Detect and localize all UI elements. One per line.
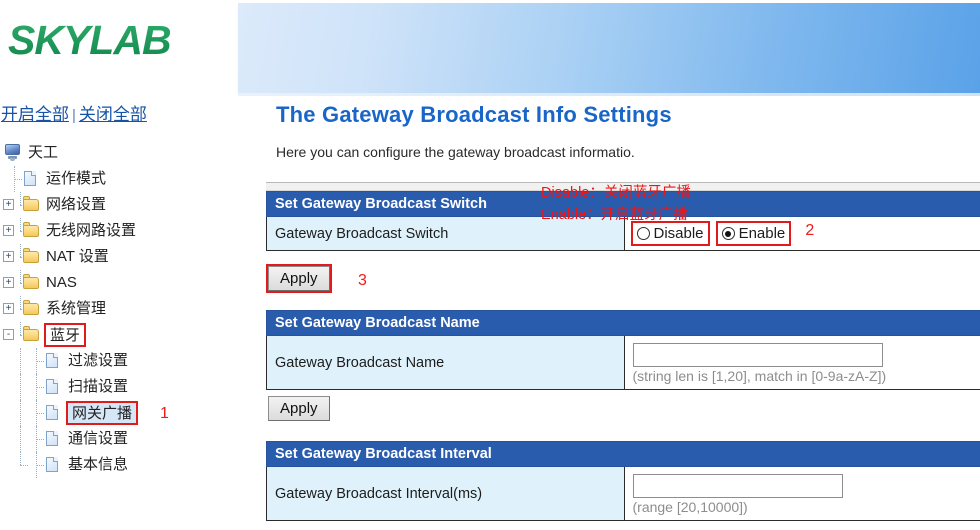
tree-guide xyxy=(14,426,28,452)
tree-node-root[interactable]: 天工 xyxy=(0,140,238,166)
skylab-logo: SKYLAB xyxy=(8,17,172,63)
folder-icon xyxy=(22,196,40,214)
apply-button-switch[interactable]: Apply xyxy=(268,266,330,291)
page-description: Here you can configure the gateway broad… xyxy=(276,144,635,160)
radio-disable-label: Disable xyxy=(653,225,704,242)
apply-button-name[interactable]: Apply xyxy=(268,396,330,421)
expander-plus-icon[interactable]: + xyxy=(3,225,14,236)
expander-plus-icon[interactable]: + xyxy=(3,303,14,314)
tree-node-basic-info[interactable]: 基本信息 xyxy=(0,452,238,478)
sidebar: SKYLAB 开启全部 | 关闭全部 天工 运作模式 + 网络设置 + 无线网路… xyxy=(0,0,238,530)
tree-guide xyxy=(14,400,28,426)
tree-guide xyxy=(14,452,28,478)
radio-enable-label: Enable xyxy=(738,225,786,242)
apply-button-switch-wrap: Apply xyxy=(266,264,332,293)
folder-icon xyxy=(22,222,40,240)
tree-item-label: 网络设置 xyxy=(46,196,107,213)
tree-item-label: 过滤设置 xyxy=(68,352,129,369)
tree-item-label: 系统管理 xyxy=(46,300,107,317)
name-hint-text: (string len is [1,20], match in [0-9a-zA… xyxy=(632,368,887,384)
name-row-label: Gateway Broadcast Name xyxy=(266,335,625,390)
page-icon xyxy=(44,456,62,474)
expander-minus-icon[interactable]: - xyxy=(3,329,14,340)
radio-disable[interactable]: Disable xyxy=(630,221,710,246)
tree-item-label: 基本信息 xyxy=(68,456,129,473)
page-title: The Gateway Broadcast Info Settings xyxy=(276,102,672,127)
tree-item-label: NAS xyxy=(46,274,77,291)
folder-icon xyxy=(22,300,40,318)
tree-guide xyxy=(14,374,28,400)
header-banner xyxy=(238,3,980,96)
monitor-icon xyxy=(4,144,22,162)
annotation-number-2: 2 xyxy=(805,222,815,240)
tree-item-label: 通信设置 xyxy=(68,430,129,447)
section-header-interval: Set Gateway Broadcast Interval xyxy=(266,441,980,467)
tree-node-nas[interactable]: + NAS xyxy=(0,270,238,296)
tree-root-label: 天工 xyxy=(28,144,59,161)
tree-guide xyxy=(30,374,44,400)
tree-node-wireless-settings[interactable]: + 无线网路设置 xyxy=(0,218,238,244)
folder-icon xyxy=(22,248,40,266)
table-row: Gateway Broadcast Interval(ms) (range [2… xyxy=(266,466,980,521)
tree-item-label: 运作模式 xyxy=(46,170,107,187)
tree-node-scan-settings[interactable]: 扫描设置 xyxy=(0,374,238,400)
expander-plus-icon[interactable]: + xyxy=(3,199,14,210)
gateway-broadcast-name-table: Set Gateway Broadcast Name Gateway Broad… xyxy=(266,310,980,390)
section-header-name: Set Gateway Broadcast Name xyxy=(266,310,980,336)
table-header-row: Set Gateway Broadcast Name xyxy=(266,310,980,336)
tree-guide xyxy=(8,166,22,192)
folder-icon xyxy=(22,326,40,344)
interval-hint-text: (range [20,10000]) xyxy=(632,499,748,515)
expander-plus-icon[interactable]: + xyxy=(3,277,14,288)
main-content: The Gateway Broadcast Info Settings Here… xyxy=(262,96,980,530)
page-icon xyxy=(44,378,62,396)
expand-all-link[interactable]: 开启全部 xyxy=(1,105,69,124)
tree-node-system-management[interactable]: + 系统管理 xyxy=(0,296,238,322)
radio-circle-icon xyxy=(636,227,650,240)
tree-guide xyxy=(30,452,44,478)
router-admin-page: SKYLAB 开启全部 | 关闭全部 天工 运作模式 + 网络设置 + 无线网路… xyxy=(0,0,980,530)
tree-node-nat-settings[interactable]: + NAT 设置 xyxy=(0,244,238,270)
radio-enable[interactable]: Enable xyxy=(715,221,792,246)
page-icon xyxy=(44,430,62,448)
folder-icon xyxy=(22,274,40,292)
tree-item-label-selected: 网关广播 xyxy=(66,401,139,425)
tree-node-gateway-broadcast[interactable]: 网关广播 1 xyxy=(0,400,238,426)
tree-guide xyxy=(30,426,44,452)
annotation-note-enable: Enable：开启蓝牙广播 xyxy=(541,207,688,223)
gateway-broadcast-interval-input[interactable] xyxy=(632,474,843,498)
link-separator: | xyxy=(72,107,76,124)
tree-item-label: 扫描设置 xyxy=(68,378,129,395)
interval-row-value: (range [20,10000]) xyxy=(623,466,980,521)
annotation-number-1: 1 xyxy=(160,405,169,422)
expander-plus-icon[interactable]: + xyxy=(3,251,14,262)
collapse-all-link[interactable]: 关闭全部 xyxy=(79,105,147,124)
radio-circle-selected-icon xyxy=(721,227,735,240)
page-icon xyxy=(44,352,62,370)
tree-guide xyxy=(14,348,28,374)
tree-node-filter-settings[interactable]: 过滤设置 xyxy=(0,348,238,374)
tree-node-operation-mode[interactable]: 运作模式 xyxy=(0,166,238,192)
table-row: Gateway Broadcast Name (string len is [1… xyxy=(266,335,980,390)
tree-node-network-settings[interactable]: + 网络设置 xyxy=(0,192,238,218)
gateway-broadcast-interval-table: Set Gateway Broadcast Interval Gateway B… xyxy=(266,441,980,521)
page-icon xyxy=(44,404,62,422)
tree-item-label: 蓝牙 xyxy=(44,323,87,347)
tree-guide xyxy=(30,348,44,374)
annotation-note-disable: Disable：关闭蓝牙广播 xyxy=(541,185,691,201)
name-row-value: (string len is [1,20], match in [0-9a-zA… xyxy=(623,335,980,390)
tree-node-bluetooth[interactable]: - 蓝牙 xyxy=(0,322,238,348)
page-icon xyxy=(22,170,40,188)
tree-guide xyxy=(30,400,44,426)
tree-node-communication-settings[interactable]: 通信设置 xyxy=(0,426,238,452)
table-header-row: Set Gateway Broadcast Interval xyxy=(266,441,980,467)
gateway-broadcast-name-input[interactable] xyxy=(632,343,883,367)
interval-row-label: Gateway Broadcast Interval(ms) xyxy=(266,466,625,521)
navigation-tree: 天工 运作模式 + 网络设置 + 无线网路设置 + NAT 设置 + NAS +… xyxy=(0,140,238,478)
tree-item-label: 无线网路设置 xyxy=(46,222,137,239)
tree-toggle-links: 开启全部 | 关闭全部 xyxy=(1,100,147,125)
annotation-number-3: 3 xyxy=(358,272,367,289)
tree-item-label: NAT 设置 xyxy=(46,248,109,265)
